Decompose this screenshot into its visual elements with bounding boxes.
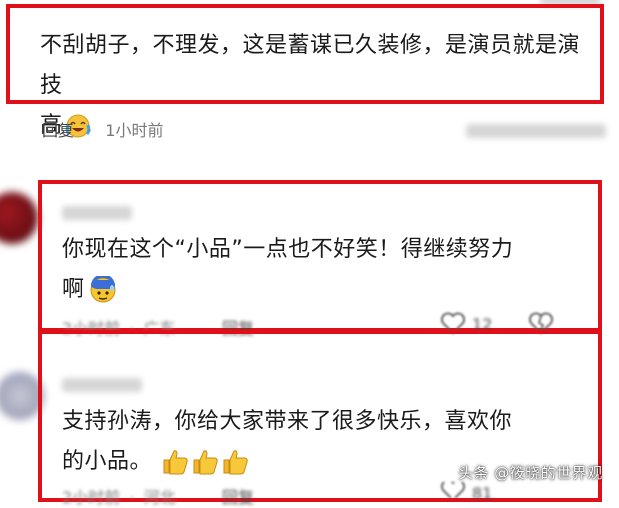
watermark: 头条 @筱晓的世界观 bbox=[458, 464, 603, 482]
comment-2-line-1: 你现在这个“小品”一点也不好笑！得继续努力 bbox=[62, 237, 514, 262]
like-icon[interactable] bbox=[440, 482, 466, 498]
comment-3-line-2: 的小品。 bbox=[62, 449, 153, 474]
comment-1-line-1: 不刮胡子，不理发，这是蓄谋已久装修，是演员就是演技 bbox=[40, 33, 581, 98]
blurred-actions-comment-1 bbox=[466, 124, 606, 138]
blushing-sweat-emoji-icon bbox=[89, 276, 117, 304]
comment-3-meta: 2小时前 · 河北 bbox=[62, 484, 175, 508]
comment-2-text: 你现在这个“小品”一点也不好笑！得继续努力 啊 bbox=[62, 230, 592, 310]
thumbs-up-emoji-icon bbox=[160, 448, 190, 476]
meta-separator: · bbox=[87, 121, 93, 140]
thumbs-up-emoji-icon bbox=[220, 448, 250, 476]
comment-1-reply-button[interactable]: 回复 bbox=[42, 121, 74, 140]
comment-3-reply-button[interactable]: 回复 bbox=[222, 484, 254, 508]
comment-3-line-1: 支持孙涛，你给大家带来了很多快乐，喜欢你 bbox=[62, 409, 513, 434]
avatar-comment-2 bbox=[0, 192, 38, 244]
thumbs-up-emoji-icon bbox=[190, 448, 220, 476]
comment-3-like-count: 81 bbox=[472, 484, 493, 503]
comment-2-line-2: 啊 bbox=[62, 277, 85, 302]
comment-1-time: 1小时前 bbox=[105, 121, 164, 140]
comment-1-meta: 回复 · 1小时前 bbox=[42, 117, 163, 141]
